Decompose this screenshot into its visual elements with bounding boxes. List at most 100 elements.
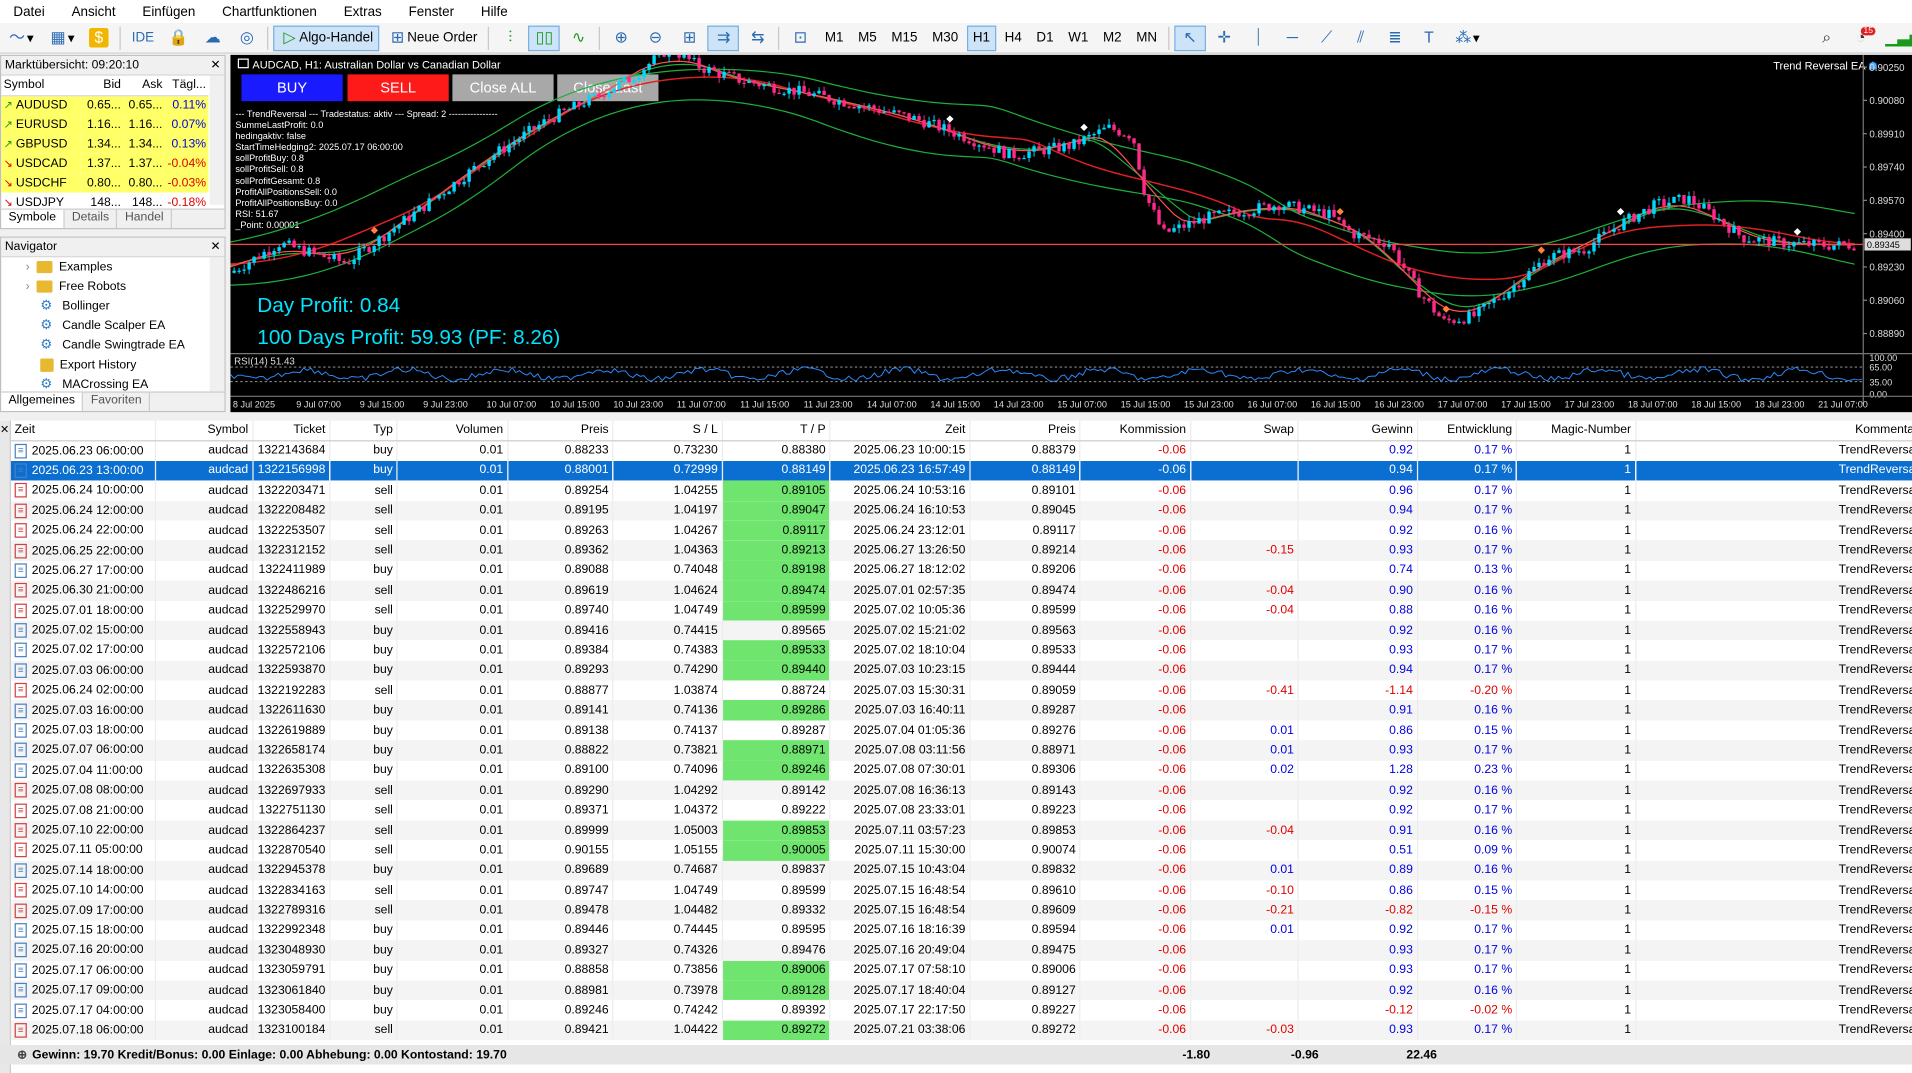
history-row[interactable]: ≡ 2025.06.30 21:00:00 audcad 1322486216 sell… bbox=[10, 580, 1912, 601]
cursor-button[interactable]: ↖ bbox=[1174, 24, 1206, 51]
new-chart-button[interactable]: 〜 ▾ bbox=[1, 25, 39, 51]
market-watch-row[interactable]: ↘ USDCAD 1.37... 1.37... -0.04% bbox=[1, 153, 209, 174]
col-bid[interactable]: Bid bbox=[81, 75, 124, 96]
tab-favoriten[interactable]: Favoriten bbox=[84, 392, 151, 411]
history-row[interactable]: ≡ 2025.07.17 06:00:00 audcad 1323059791 buy 0… bbox=[10, 960, 1912, 981]
history-row[interactable]: ≡ 2025.07.08 21:00:00 audcad 1322751130 sell… bbox=[10, 800, 1912, 821]
nav-item-candle-scalper[interactable]: ⚙ Candle Scalper EA bbox=[26, 316, 225, 336]
col-type[interactable]: Typ bbox=[329, 420, 398, 442]
close-icon[interactable]: ✕ bbox=[0, 423, 9, 436]
zoom-out-button[interactable]: ⊖ bbox=[639, 25, 671, 51]
fibo-button[interactable]: ≣ bbox=[1379, 25, 1411, 51]
nav-item-export-history[interactable]: Export History bbox=[26, 355, 225, 375]
tab-handel[interactable]: Handel bbox=[118, 209, 173, 229]
history-row[interactable]: ≡ 2025.07.03 16:00:00 audcad 1322611630 buy 0… bbox=[10, 700, 1912, 721]
col-stop-loss[interactable]: S / L bbox=[612, 420, 723, 442]
market-watch-row[interactable]: ↗ GBPUSD 1.34... 1.34... 0.13% bbox=[1, 134, 209, 154]
history-row[interactable]: ≡ 2025.07.17 09:00:00 audcad 1323061840 buy 0… bbox=[10, 980, 1912, 1001]
history-row[interactable]: ≡ 2025.06.24 02:00:00 audcad 1322192283 sell… bbox=[10, 680, 1912, 701]
history-row[interactable]: ≡ 2025.07.10 22:00:00 audcad 1322864237 sell… bbox=[10, 820, 1912, 841]
history-row[interactable]: ≡ 2025.06.25 22:00:00 audcad 1322312152 sell… bbox=[10, 540, 1912, 561]
crosshair-button[interactable]: ✛ bbox=[1208, 25, 1240, 51]
autoscroll-button[interactable]: ⇉ bbox=[707, 24, 740, 51]
deposit-button[interactable]: $ bbox=[83, 25, 115, 51]
tf-m1[interactable]: M1 bbox=[819, 25, 850, 51]
tab-allgemeines[interactable]: Allgemeines bbox=[1, 392, 84, 411]
history-row[interactable]: ≡ 2025.07.03 06:00:00 audcad 1322593870 buy 0… bbox=[10, 660, 1912, 681]
search-button[interactable]: ⌕ bbox=[1811, 25, 1843, 51]
col-symbol[interactable]: Symbol bbox=[155, 420, 254, 442]
new-order-button[interactable]: ⊞ Neue Order bbox=[382, 25, 484, 51]
col-change[interactable]: Entwicklung bbox=[1417, 420, 1518, 442]
history-row[interactable]: ≡ 2025.06.23 06:00:00 audcad 1322143684 buy 0… bbox=[10, 440, 1912, 461]
tf-h1[interactable]: H1 bbox=[966, 24, 997, 51]
history-row[interactable]: ≡ 2025.07.09 17:00:00 audcad 1322789316 sell… bbox=[10, 900, 1912, 921]
notifications-button[interactable]: ◔ 15 bbox=[1845, 25, 1877, 51]
sell-button[interactable]: SELL bbox=[347, 74, 449, 102]
tab-symbole[interactable]: Symbole bbox=[1, 209, 65, 229]
chart-window[interactable]: AUDCAD, H1: Australian Dollar vs Canadia… bbox=[230, 54, 1912, 413]
col-take-profit[interactable]: T / P bbox=[722, 420, 831, 442]
horizontal-line-button[interactable]: ─ bbox=[1277, 25, 1309, 51]
tile-button[interactable]: ⊞ bbox=[674, 25, 706, 51]
trendline-button[interactable]: ⟋ bbox=[1311, 25, 1343, 51]
nav-item-candle-swingtrade[interactable]: ⚙ Candle Swingtrade EA bbox=[26, 335, 225, 355]
history-row[interactable]: ≡ 2025.07.04 11:00:00 audcad 1322635308 buy 0… bbox=[10, 760, 1912, 781]
tab-details[interactable]: Details bbox=[65, 209, 118, 229]
zoom-in-button[interactable]: ⊕ bbox=[605, 25, 637, 51]
tf-m15[interactable]: M15 bbox=[885, 25, 923, 51]
history-row[interactable]: ≡ 2025.07.10 14:00:00 audcad 1322834163 sell… bbox=[10, 880, 1912, 901]
tf-w1[interactable]: W1 bbox=[1062, 25, 1094, 51]
col-open-price[interactable]: Preis bbox=[507, 420, 614, 442]
market-watch-row[interactable]: ↗ EURUSD 1.16... 1.16... 0.07% bbox=[1, 114, 209, 135]
lock-button[interactable]: 🔒 bbox=[163, 25, 195, 51]
col-ticket[interactable]: Ticket bbox=[252, 420, 331, 442]
col-close-price[interactable]: Preis bbox=[969, 420, 1081, 442]
text-button[interactable]: T bbox=[1413, 25, 1445, 51]
chart-shift-button[interactable]: ⇆ bbox=[742, 25, 774, 51]
tf-h4[interactable]: H4 bbox=[999, 25, 1028, 51]
ide-button[interactable]: IDE bbox=[126, 25, 161, 51]
close-all-button[interactable]: Close ALL bbox=[452, 74, 554, 102]
col-commission[interactable]: Kommission bbox=[1080, 420, 1191, 442]
bar-chart-button[interactable]: ⫶ bbox=[494, 25, 526, 51]
menu-hilfe[interactable]: Hilfe bbox=[467, 4, 521, 19]
col-symbol[interactable]: Symbol bbox=[1, 75, 82, 96]
col-magic-number[interactable]: Magic-Number bbox=[1516, 420, 1636, 442]
history-row[interactable]: ≡ 2025.07.02 17:00:00 audcad 1322572106 buy 0… bbox=[10, 640, 1912, 661]
tf-m2[interactable]: M2 bbox=[1097, 25, 1128, 51]
col-open-time[interactable]: Zeit bbox=[10, 420, 157, 442]
tf-m30[interactable]: M30 bbox=[926, 25, 964, 51]
close-icon[interactable]: ✕ bbox=[210, 240, 220, 253]
signal-strength-button[interactable]: ▁▃▅ bbox=[1879, 25, 1912, 51]
history-row[interactable]: ≡ 2025.07.07 06:00:00 audcad 1322658174 buy 0… bbox=[10, 740, 1912, 761]
history-row[interactable]: ≡ 2025.06.27 17:00:00 audcad 1322411989 buy 0… bbox=[10, 560, 1912, 581]
tf-d1[interactable]: D1 bbox=[1030, 25, 1059, 51]
cloud-button[interactable]: ☁ bbox=[197, 25, 229, 51]
history-row[interactable]: ≡ 2025.07.02 15:00:00 audcad 1322558943 buy 0… bbox=[10, 620, 1912, 641]
menu-extras[interactable]: Extras bbox=[330, 4, 395, 19]
candle-chart-button[interactable]: ▯▯ bbox=[528, 24, 561, 51]
menu-chartfunktionen[interactable]: Chartfunktionen bbox=[209, 4, 331, 19]
history-row[interactable]: ≡ 2025.07.17 04:00:00 audcad 1323058400 buy 0… bbox=[10, 1000, 1912, 1021]
menu-fenster[interactable]: Fenster bbox=[395, 4, 467, 19]
col-ask[interactable]: Ask bbox=[123, 75, 165, 96]
buy-button[interactable]: BUY bbox=[241, 74, 343, 102]
history-row[interactable]: ≡ 2025.07.18 06:00:00 audcad 1323100184 sell… bbox=[10, 1020, 1912, 1041]
line-chart-button[interactable]: ∿ bbox=[563, 25, 595, 51]
history-row[interactable]: ≡ 2025.07.16 20:00:00 audcad 1323048930 buy 0… bbox=[10, 940, 1912, 961]
history-row[interactable]: ≡ 2025.06.24 10:00:00 audcad 1322203471 sell… bbox=[10, 480, 1912, 501]
history-row[interactable]: ≡ 2025.06.23 13:00:00 audcad 1322156998 buy 0… bbox=[10, 460, 1912, 481]
nav-item-free-robots[interactable]: › Free Robots bbox=[26, 277, 225, 297]
close-icon[interactable]: ✕ bbox=[210, 59, 220, 72]
tf-mn[interactable]: MN bbox=[1130, 25, 1163, 51]
market-watch-row[interactable]: ↗ AUDUSD 0.65... 0.65... 0.11% bbox=[1, 95, 209, 115]
col-volume[interactable]: Volumen bbox=[397, 420, 509, 442]
col-daily[interactable]: Tägl... bbox=[164, 75, 209, 96]
history-row[interactable]: ≡ 2025.07.08 08:00:00 audcad 1322697933 sell… bbox=[10, 780, 1912, 801]
history-row[interactable]: ≡ 2025.07.14 18:00:00 audcad 1322945378 buy 0… bbox=[10, 860, 1912, 881]
screenshot-button[interactable]: ⊡ bbox=[785, 25, 817, 51]
expand-icon[interactable]: ⊕ bbox=[17, 1048, 27, 1061]
menu-einfuegen[interactable]: Einfügen bbox=[129, 4, 209, 19]
col-close-time[interactable]: Zeit bbox=[829, 420, 971, 442]
